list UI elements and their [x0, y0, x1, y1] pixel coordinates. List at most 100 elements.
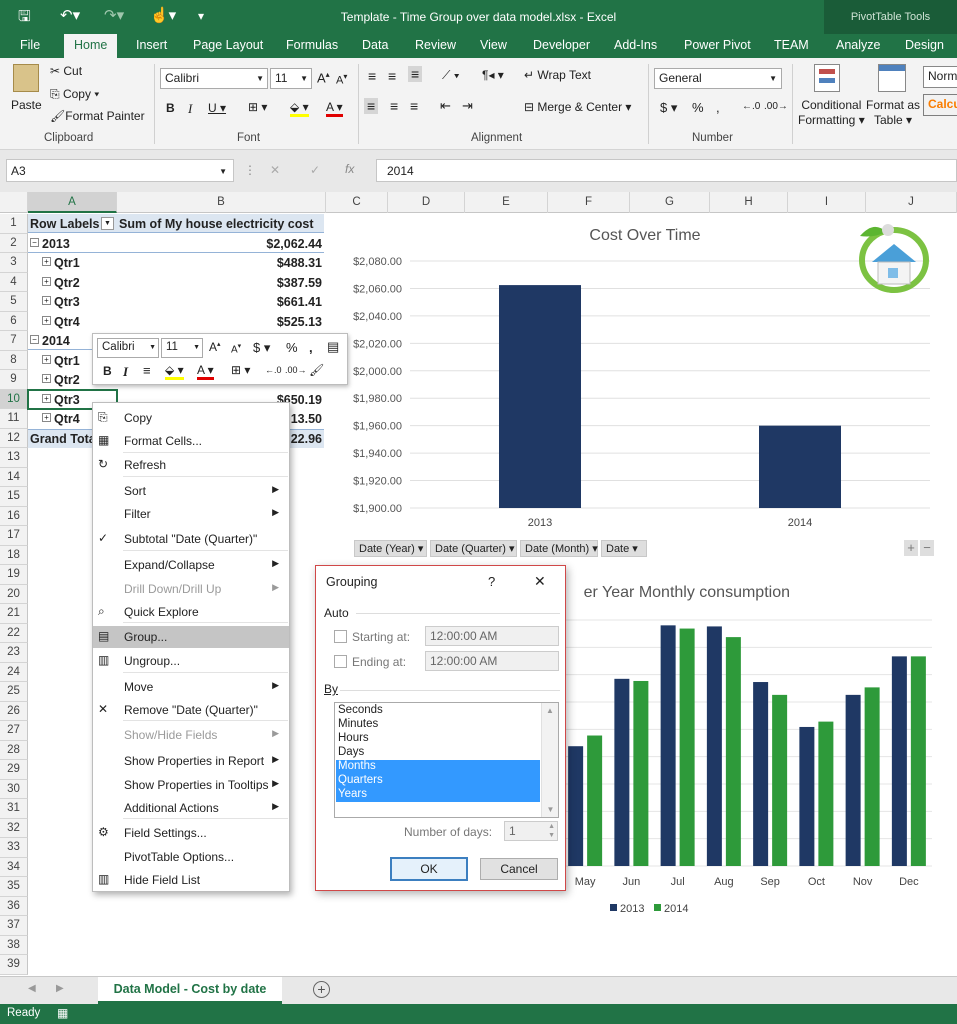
format-table-icon[interactable]: ▤: [327, 339, 339, 355]
scroll-down-icon[interactable]: ▼: [542, 805, 559, 814]
listbox-option[interactable]: Days: [336, 746, 540, 760]
decrease-indent-icon[interactable]: ⇤: [440, 98, 451, 114]
align-center-icon[interactable]: ≡: [143, 363, 151, 378]
expand-icon[interactable]: +: [42, 413, 51, 422]
mini-size-select[interactable]: 11 ▼: [161, 338, 203, 358]
row-header[interactable]: 9: [0, 370, 28, 390]
expand-icon[interactable]: +: [42, 296, 51, 305]
expand-icon[interactable]: +: [42, 315, 51, 325]
merge-center-button[interactable]: ⊟ Merge & Center ▾: [524, 100, 631, 114]
select-all-corner[interactable]: [0, 192, 28, 213]
row-header[interactable]: 23: [0, 643, 28, 663]
middle-align-icon[interactable]: ≡: [388, 68, 396, 84]
tab-power-pivot[interactable]: Power Pivot: [684, 38, 751, 52]
row-header[interactable]: 7: [0, 331, 28, 351]
tab-insert[interactable]: Insert: [136, 38, 167, 52]
grow-font-icon[interactable]: A▴: [317, 70, 330, 85]
menu-item-move[interactable]: Move ▶: [93, 676, 289, 698]
starting-checkbox[interactable]: [334, 630, 347, 643]
menu-item-sort[interactable]: Sort ▶: [93, 480, 289, 502]
add-sheet-icon[interactable]: +: [313, 981, 330, 998]
scroll-left-icon[interactable]: ◀: [28, 983, 36, 994]
menu-item-show-properties-in-report[interactable]: Show Properties in Report ▶: [93, 750, 289, 772]
cancel-edit-icon[interactable]: ✕: [270, 163, 280, 177]
row-header[interactable]: 10: [0, 389, 28, 409]
menu-item-refresh[interactable]: ↻ Refresh: [93, 454, 289, 476]
row-header[interactable]: 11: [0, 409, 28, 429]
filter-button-2[interactable]: Date (Month) ▾: [520, 540, 598, 557]
row-header[interactable]: 13: [0, 448, 28, 468]
bar-2013-Aug[interactable]: [706, 626, 722, 866]
column-header-b[interactable]: B: [117, 192, 326, 213]
tab-file[interactable]: File: [20, 38, 40, 52]
tab-developer[interactable]: Developer: [533, 38, 590, 52]
scroll-right-icon[interactable]: ▶: [56, 983, 64, 994]
ending-input[interactable]: 12:00:00 AM: [425, 651, 559, 671]
increase-indent-icon[interactable]: ⇥: [462, 98, 473, 114]
column-header-f[interactable]: F: [548, 192, 630, 213]
percent-icon[interactable]: %: [286, 340, 298, 355]
column-header-d[interactable]: D: [388, 192, 465, 213]
column-header-c[interactable]: C: [326, 192, 388, 213]
tab-data[interactable]: Data: [362, 38, 388, 52]
bar-2014-Aug[interactable]: [725, 637, 741, 866]
row-header[interactable]: 22: [0, 623, 28, 643]
filter-button-1[interactable]: Date (Quarter) ▾: [430, 540, 517, 557]
row-header[interactable]: 14: [0, 467, 28, 487]
bar-2013-Dec[interactable]: [891, 656, 907, 866]
days-input[interactable]: 1 ▲ ▼: [504, 821, 558, 841]
listbox-option[interactable]: Quarters: [336, 774, 540, 788]
wrap-text-button[interactable]: ↵ Wrap Text: [524, 68, 591, 82]
row-header[interactable]: 39: [0, 955, 28, 975]
collapse-icon[interactable]: −: [30, 335, 39, 344]
filter-dropdown-icon[interactable]: ▼: [101, 217, 114, 230]
chart-monthly-consumption[interactable]: er Year Monthly consumption May Jun Jul Aug…: [560, 578, 940, 923]
ending-checkbox[interactable]: [334, 655, 347, 668]
font-color-icon[interactable]: A ▾: [197, 363, 214, 380]
help-button[interactable]: ?: [488, 574, 495, 589]
column-header-a[interactable]: A: [28, 192, 117, 213]
row-header[interactable]: 5: [0, 292, 28, 312]
bar-2013-Nov[interactable]: [845, 694, 861, 866]
row-header[interactable]: 29: [0, 760, 28, 780]
row-header[interactable]: 15: [0, 487, 28, 507]
font-family-select[interactable]: Calibri ▼: [160, 68, 268, 89]
row-header[interactable]: 19: [0, 565, 28, 585]
row-header[interactable]: 6: [0, 311, 28, 331]
bar-2013-Sep[interactable]: [753, 682, 769, 866]
shrink-font-icon[interactable]: A▾: [336, 72, 347, 87]
scroll-up-icon[interactable]: ▲: [542, 706, 558, 715]
row-header[interactable]: 35: [0, 877, 28, 897]
listbox-option[interactable]: Years: [336, 788, 540, 802]
borders-icon[interactable]: ⊞ ▾: [231, 363, 250, 377]
row-header[interactable]: 4: [0, 272, 28, 292]
bar-2014-Dec[interactable]: [910, 656, 926, 866]
row-header[interactable]: 37: [0, 916, 28, 936]
macro-recording-icon[interactable]: ▦: [57, 1006, 68, 1020]
starting-input[interactable]: 12:00:00 AM: [425, 626, 559, 646]
tab-view[interactable]: View: [480, 38, 507, 52]
expand-icon[interactable]: +: [42, 374, 51, 383]
row-header[interactable]: 18: [0, 545, 28, 565]
row-header[interactable]: 28: [0, 740, 28, 760]
tab-add-ins[interactable]: Add-Ins: [614, 38, 657, 52]
menu-item-subtotal-date-quarter[interactable]: ✓ Subtotal "Date (Quarter)": [93, 528, 289, 550]
align-center-icon[interactable]: ≡: [390, 98, 398, 114]
tab-page-layout[interactable]: Page Layout: [193, 38, 263, 52]
comma-icon[interactable]: ,: [309, 340, 313, 355]
calculation-style[interactable]: Calcu: [923, 94, 957, 116]
filter-button-0[interactable]: Date (Year) ▾: [354, 540, 427, 557]
bottom-align-icon[interactable]: ≡: [408, 66, 423, 82]
listbox-option[interactable]: Hours: [336, 732, 540, 746]
formula-input[interactable]: 2014: [376, 159, 957, 182]
row-header[interactable]: 34: [0, 857, 28, 877]
mini-font-select[interactable]: Calibri ▼: [97, 338, 159, 358]
sheet-tab-active[interactable]: Data Model - Cost by date: [98, 977, 282, 1004]
currency-icon[interactable]: $ ▾: [660, 100, 677, 116]
menu-item-filter[interactable]: Filter ▶: [93, 503, 289, 525]
close-button[interactable]: ✕: [534, 573, 546, 590]
row-header[interactable]: 33: [0, 838, 28, 858]
shrink-font-icon[interactable]: A▾: [231, 342, 241, 355]
bar-2014-May[interactable]: [587, 735, 603, 866]
collapse-icon[interactable]: −: [30, 237, 39, 247]
